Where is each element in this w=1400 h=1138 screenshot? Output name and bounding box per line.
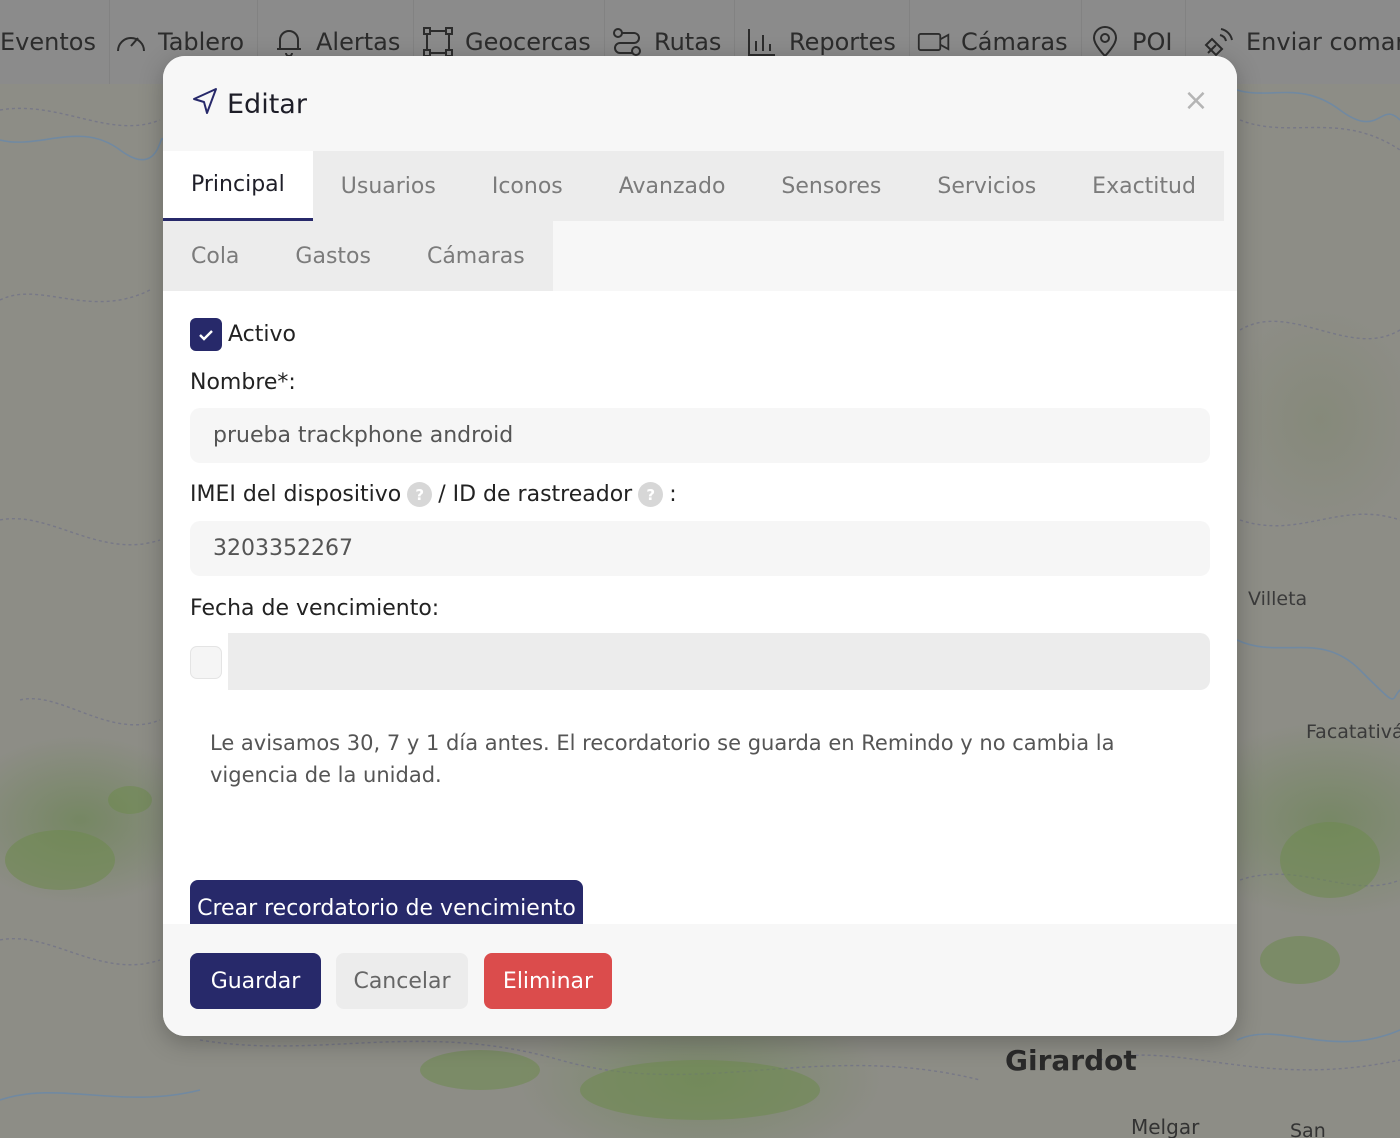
nav-label: Eventos — [0, 28, 96, 56]
tab-exactitud[interactable]: Exactitud — [1064, 151, 1224, 221]
nav-label: Enviar comand — [1246, 28, 1400, 56]
nav-label: Geocercas — [465, 28, 591, 56]
navigation-arrow-icon — [191, 86, 219, 123]
tab-iconos[interactable]: Iconos — [464, 151, 591, 221]
imei-label-row: IMEI del dispositivo ? / ID de rastreado… — [190, 482, 677, 507]
nav-label: Cámaras — [961, 28, 1068, 56]
expiry-label: Fecha de vencimiento: — [190, 596, 440, 621]
bar-chart-icon — [745, 25, 779, 59]
tab-avanzado[interactable]: Avanzado — [591, 151, 754, 221]
map-label-villeta: Villeta — [1248, 588, 1308, 610]
checkmark-icon — [199, 329, 213, 341]
imei-label-suffix: : — [669, 482, 677, 507]
imei-input[interactable]: 3203352267 — [190, 521, 1210, 576]
nav-label: Rutas — [654, 28, 722, 56]
video-camera-icon — [917, 25, 951, 59]
active-checkbox[interactable] — [190, 318, 222, 351]
tracker-id-label: / ID de rastreador — [438, 482, 633, 507]
tab-servicios[interactable]: Servicios — [909, 151, 1064, 221]
expiry-date-input[interactable] — [228, 633, 1210, 690]
nav-label: Alertas — [316, 28, 401, 56]
edit-dialog: Editar × Principal Usuarios Iconos Avanz… — [163, 56, 1237, 1036]
map-label-melgar: Melgar — [1131, 1115, 1200, 1138]
tab-sensores[interactable]: Sensores — [753, 151, 909, 221]
geofence-icon — [421, 25, 455, 59]
map-label-san: San — [1290, 1120, 1326, 1138]
gauge-icon — [114, 25, 148, 59]
dialog-header: Editar × — [163, 56, 1237, 151]
active-label: Activo — [228, 322, 296, 347]
help-icon[interactable]: ? — [407, 482, 433, 507]
nav-label: Tablero — [158, 28, 245, 56]
satellite-icon — [1202, 25, 1236, 59]
close-icon[interactable]: × — [1181, 86, 1211, 116]
delete-button[interactable]: Eliminar — [484, 953, 612, 1009]
imei-label: IMEI del dispositivo — [190, 482, 402, 507]
tab-usuarios[interactable]: Usuarios — [313, 151, 464, 221]
active-checkbox-row: Activo — [190, 318, 296, 351]
expiry-enable-checkbox[interactable] — [190, 646, 222, 679]
help-icon[interactable]: ? — [638, 482, 664, 507]
nav-label: Reportes — [789, 28, 896, 56]
dialog-title: Editar — [191, 86, 307, 123]
tab-principal[interactable]: Principal — [163, 151, 313, 221]
name-label: Nombre*: — [190, 370, 296, 395]
nav-label: POI — [1132, 28, 1173, 56]
nav-item-eventos[interactable]: Eventos — [0, 0, 110, 84]
route-icon — [610, 25, 644, 59]
map-label-girardot: Girardot — [1005, 1044, 1137, 1077]
cancel-button[interactable]: Cancelar — [336, 953, 468, 1009]
save-button[interactable]: Guardar — [190, 953, 321, 1009]
dialog-footer: Guardar Cancelar Eliminar — [163, 924, 1237, 1036]
bell-icon — [272, 25, 306, 59]
tab-cola[interactable]: Cola — [163, 221, 267, 291]
tab-bar: Principal Usuarios Iconos Avanzado Senso… — [163, 151, 1237, 291]
tab-gastos[interactable]: Gastos — [267, 221, 399, 291]
tab-row-1: Principal Usuarios Iconos Avanzado Senso… — [163, 151, 1224, 221]
dialog-title-text: Editar — [227, 89, 307, 120]
map-label-facatativa: Facatativá — [1306, 721, 1400, 743]
tab-camaras[interactable]: Cámaras — [399, 221, 553, 291]
name-input[interactable]: prueba trackphone android — [190, 408, 1210, 463]
map-pin-icon — [1088, 25, 1122, 59]
tab-row-2: Cola Gastos Cámaras — [163, 221, 553, 291]
reminder-note: Le avisamos 30, 7 y 1 día antes. El reco… — [210, 731, 1115, 787]
